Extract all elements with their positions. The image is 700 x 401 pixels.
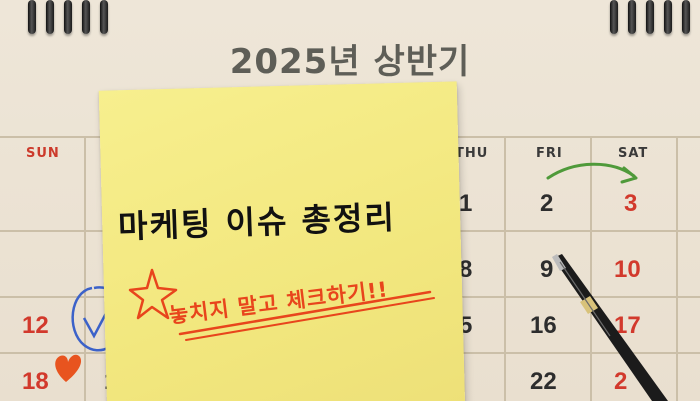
underline-scribble (178, 290, 435, 341)
star-doodle-icon (128, 268, 178, 320)
note-doodle-layer (128, 254, 668, 401)
pen-icon (552, 254, 668, 401)
